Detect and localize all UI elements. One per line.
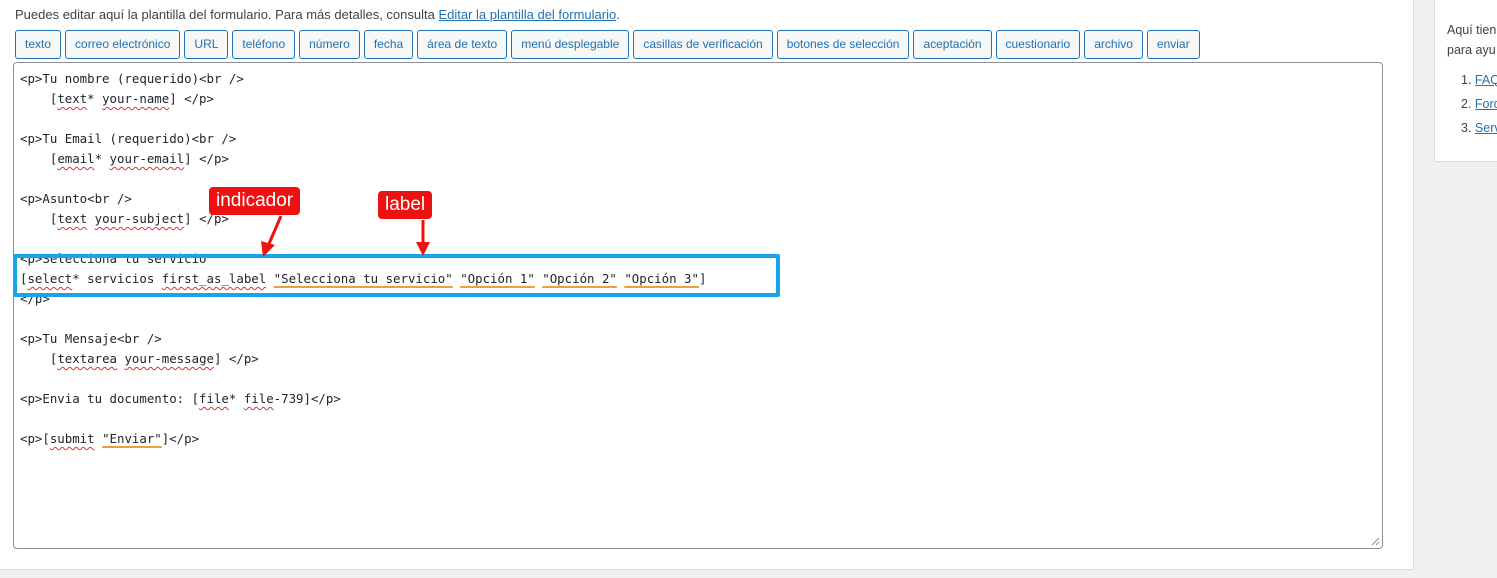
tag-button-radio[interactable]: botones de selección [776,30,910,59]
tag-button-file[interactable]: archivo [1084,30,1143,59]
tag-button-acceptance[interactable]: aceptación [913,30,992,59]
help-links-list: 1. FAQ 2. Foro 3. Serv [1461,68,1497,140]
tag-button-submit[interactable]: enviar [1146,30,1200,59]
code-line: <p>[submit "Enviar"]</p> [20,431,200,446]
tag-button-quiz[interactable]: cuestionario [995,30,1081,59]
intro-description: Puedes editar aquí la plantilla del form… [15,7,439,22]
intro-text: Puedes editar aquí la plantilla del form… [15,7,620,22]
label-callout: label [378,191,433,219]
tag-button-select[interactable]: menú desplegable [511,30,630,59]
tag-generator-toolbar: texto correo electrónico URL teléfono nú… [15,30,1200,59]
help-sidebar: Aquí tien para ayu 1. FAQ 2. Foro 3. Ser… [1434,0,1497,162]
code-line: <p>Tu Mensaje<br /> [20,331,162,346]
code-line: [text your-subject] </p> [20,211,229,226]
services-link[interactable]: Serv [1475,121,1497,135]
tag-button-number[interactable]: número [299,30,360,59]
form-template-code[interactable]: <p>Tu nombre (requerido)<br /> [text* yo… [20,69,706,449]
help-text: Aquí tien para ayu [1447,20,1496,60]
code-line: <p>Envia tu documento: [file* file-739]<… [20,391,341,406]
tag-button-text[interactable]: texto [15,30,62,59]
code-line: [text* your-name] </p> [20,91,214,106]
tag-button-textarea[interactable]: área de texto [417,30,508,59]
code-line: <p>Asunto<br /> [20,191,132,206]
help-link-item: 1. FAQ [1461,68,1497,92]
tag-button-tel[interactable]: teléfono [232,30,296,59]
help-link-item: 2. Foro [1461,92,1497,116]
code-line: [email* your-email] </p> [20,151,229,166]
form-template-panel: Puedes editar aquí la plantilla del form… [0,0,1414,570]
faq-link[interactable]: FAQ [1475,73,1497,87]
intro-suffix: . [616,7,620,22]
code-line: <p>Selecciona tu servicio [20,251,207,266]
form-template-editor[interactable]: <p>Tu nombre (requerido)<br /> [text* yo… [13,62,1383,549]
forum-link[interactable]: Foro [1475,97,1497,111]
tag-button-url[interactable]: URL [184,30,229,59]
edit-template-link[interactable]: Editar la plantilla del formulario [438,7,616,22]
tag-button-checkbox[interactable]: casillas de verificación [633,30,773,59]
code-line: <p>Tu Email (requerido)<br /> [20,131,237,146]
code-line: [textarea your-message] </p> [20,351,259,366]
help-text-line-2: para ayu [1447,43,1496,57]
help-link-item: 3. Serv [1461,116,1497,140]
help-text-line-1: Aquí tien [1447,23,1497,37]
tag-button-email[interactable]: correo electrónico [65,30,181,59]
indicator-callout: indicador [209,187,301,215]
resize-grip-icon[interactable] [1370,536,1380,546]
code-line: <p>Tu nombre (requerido)<br /> [20,71,244,86]
tag-button-date[interactable]: fecha [363,30,414,59]
code-line: [select* servicios first_as_label "Selec… [20,271,707,286]
code-line: </p> [20,291,50,306]
